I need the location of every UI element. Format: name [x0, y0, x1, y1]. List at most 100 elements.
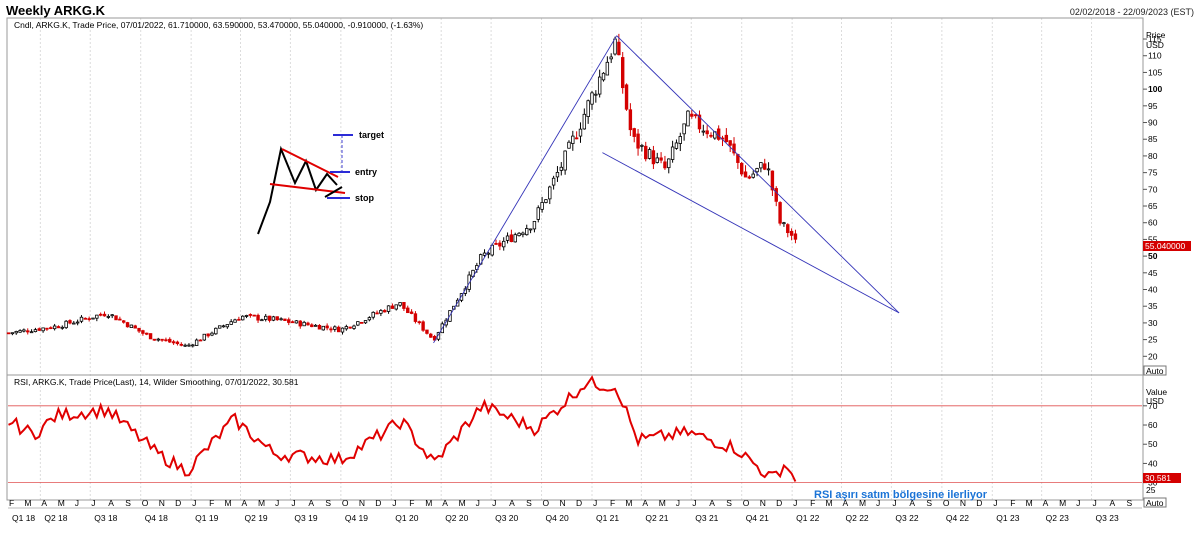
candle-body [406, 307, 410, 314]
candle-body [636, 133, 640, 149]
month-label: J [793, 498, 797, 508]
entry-label: entry [355, 167, 377, 177]
quarter-label: Q1 23 [996, 513, 1019, 523]
month-label: O [943, 498, 950, 508]
rsi-tail-label: 25 [1146, 485, 1156, 495]
candle-body [789, 230, 794, 236]
candle-body [183, 344, 187, 347]
candle-body [214, 327, 218, 335]
month-label: A [41, 498, 47, 508]
candle-body [647, 149, 652, 159]
candle-body [663, 161, 667, 169]
candle-body [60, 326, 64, 329]
candle-body [256, 314, 260, 321]
candle-body [601, 72, 606, 81]
candle-body [693, 114, 698, 117]
trendlines [433, 35, 900, 344]
price-tick-label: 95 [1148, 101, 1158, 111]
candle-body [659, 157, 663, 161]
candle-body [91, 317, 95, 320]
candle-body [33, 329, 38, 333]
rsi-tick-label: 60 [1148, 420, 1158, 430]
month-label: J [876, 498, 880, 508]
month-label: J [1093, 498, 1097, 508]
last-price-label: 55.040000 [1145, 241, 1185, 251]
candle-body [271, 316, 276, 321]
candle-body [494, 243, 498, 245]
candle-body [521, 232, 525, 236]
candle-body [98, 313, 103, 316]
candle-body [755, 168, 759, 173]
date-range: 02/02/2018 - 22/09/2023 (EST) [1069, 7, 1194, 17]
candle-body [141, 330, 145, 334]
candle-body [590, 92, 594, 105]
candle-body [133, 325, 137, 329]
candle-body [705, 130, 709, 135]
candle-body [502, 240, 506, 248]
candle-body [352, 325, 356, 329]
candle-body [198, 339, 203, 342]
candle-body [336, 326, 341, 333]
candle-body [221, 325, 226, 328]
month-label: D [976, 498, 982, 508]
candle-body [701, 130, 706, 133]
candle-body [41, 327, 45, 332]
candle-body [217, 325, 222, 329]
quarter-label: Q2 21 [645, 513, 668, 523]
month-label: A [108, 498, 114, 508]
stop-label: stop [355, 193, 375, 203]
candle-body [597, 76, 602, 95]
candle-body [747, 176, 752, 179]
candle-body [548, 186, 552, 200]
price-tick-label: 65 [1148, 201, 1158, 211]
candle-body [390, 305, 395, 309]
price-tick-label: 20 [1148, 351, 1158, 361]
month-label: S [125, 498, 131, 508]
month-label: M [425, 498, 432, 508]
candle-body [778, 202, 782, 224]
month-label: J [1076, 498, 1080, 508]
month-label: F [209, 498, 214, 508]
rsi-tick-label: 40 [1148, 458, 1158, 468]
candle-body [540, 202, 544, 210]
quarter-label: Q3 19 [294, 513, 317, 523]
month-label: M [225, 498, 232, 508]
candle-body [348, 326, 352, 329]
month-label: N [960, 498, 966, 508]
candle-body [164, 339, 168, 342]
price-tick-label: 80 [1148, 151, 1158, 161]
candle-body [160, 338, 164, 341]
month-label: F [810, 498, 815, 508]
candle-body [528, 228, 533, 231]
candle-body [651, 150, 656, 165]
price-tick-label: 75 [1148, 168, 1158, 178]
month-label: J [492, 498, 496, 508]
candle-body [609, 56, 613, 60]
candle-body [398, 302, 402, 306]
candle-body [95, 314, 99, 319]
month-label: F [610, 498, 615, 508]
candle-body [766, 168, 771, 171]
month-label: S [526, 498, 532, 508]
rsi-legend: RSI, ARKG.K, Trade Price(Last), 14, Wild… [14, 377, 299, 387]
candle-body [310, 324, 314, 328]
candle-body [83, 317, 88, 320]
candle-body [774, 188, 778, 202]
candle-body [45, 327, 49, 330]
candle-body [14, 331, 18, 334]
candle-body [517, 232, 521, 237]
candle-body [417, 321, 421, 324]
month-label: N [760, 498, 766, 508]
candle-body [114, 315, 118, 321]
candle-body [532, 220, 537, 230]
candle-body [122, 320, 126, 323]
candle-body [118, 318, 122, 321]
price-tick-label: 110 [1148, 51, 1162, 61]
month-label: J [392, 498, 396, 508]
candle-body [237, 318, 241, 321]
candle-body [690, 113, 694, 117]
month-label: M [1026, 498, 1033, 508]
candle-body [233, 319, 237, 323]
candle-body [586, 100, 590, 117]
candle-body [267, 315, 272, 321]
